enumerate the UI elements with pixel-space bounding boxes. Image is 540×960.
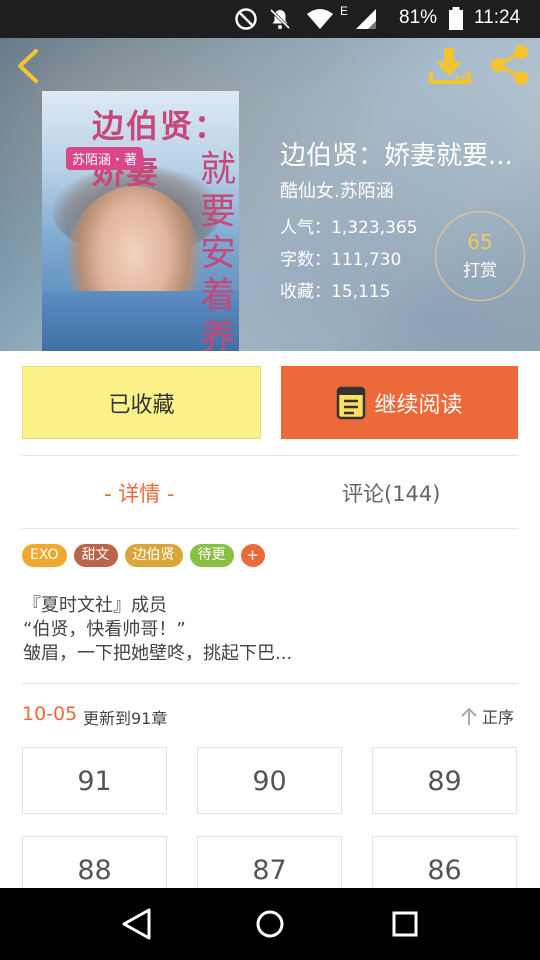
chapter-grid: 91 90 89 88 87 86 bbox=[22, 747, 518, 888]
reward-count: 65 bbox=[467, 230, 493, 254]
wifi-icon bbox=[307, 9, 333, 29]
tag-pending[interactable]: 待更 bbox=[189, 544, 234, 567]
chapter-item[interactable]: 86 bbox=[372, 836, 517, 888]
favorited-label: 已收藏 bbox=[108, 392, 175, 418]
reward-label: 打赏 bbox=[463, 261, 497, 281]
chapter-item[interactable]: 90 bbox=[197, 747, 342, 814]
continue-reading-button[interactable]: 继续阅读 bbox=[281, 366, 518, 439]
share-button[interactable] bbox=[488, 44, 532, 90]
book-cover[interactable]: 边伯贤：娇妻 苏陌涵・著 就要安着养 bbox=[42, 91, 239, 351]
divider bbox=[22, 455, 518, 456]
nav-recents-button[interactable] bbox=[388, 906, 422, 946]
chapter-item[interactable]: 88 bbox=[22, 836, 167, 888]
sort-order-label: 正序 bbox=[482, 708, 515, 727]
notifications-off-icon bbox=[269, 8, 291, 30]
description-line: “伯贤，快看帅哥！” bbox=[23, 619, 186, 640]
recents-square-icon bbox=[392, 911, 418, 937]
add-tag-button[interactable]: + bbox=[240, 544, 265, 567]
tag-exo[interactable]: EXO bbox=[22, 544, 67, 567]
chapter-item[interactable]: 91 bbox=[22, 747, 167, 814]
update-text: 更新到91章 bbox=[83, 709, 168, 728]
popularity: 人气：1,323,365 bbox=[280, 218, 418, 238]
share-icon bbox=[491, 45, 528, 85]
sort-order-button[interactable]: 正序 bbox=[460, 704, 514, 728]
book-author[interactable]: 酷仙女.苏陌涵 bbox=[280, 177, 394, 203]
book-icon bbox=[337, 386, 366, 419]
cover-vertical-title: 就要安着养 bbox=[200, 149, 237, 351]
book-description[interactable]: 『夏时文社』成员 “伯贤，快看帅哥！” 皱眉，一下把她壁咚，挑起下巴... bbox=[23, 594, 292, 666]
favorited-button[interactable]: 已收藏 bbox=[22, 366, 261, 439]
home-circle-icon bbox=[256, 910, 284, 938]
chapter-item[interactable]: 87 bbox=[197, 836, 342, 888]
description-line: 『夏时文社』成员 bbox=[23, 595, 167, 616]
update-date: 10-05 bbox=[22, 703, 78, 725]
signal-icon bbox=[356, 9, 376, 29]
cover-author: 苏陌涵・著 bbox=[66, 147, 144, 170]
continue-reading-label: 继续阅读 bbox=[374, 392, 463, 418]
system-nav-bar bbox=[0, 888, 540, 960]
tab-comments[interactable]: 评论(144) bbox=[342, 478, 440, 508]
tag-list: EXO 甜文 边伯贤 待更 + bbox=[22, 544, 265, 568]
chevron-left-icon bbox=[18, 49, 38, 83]
word-count: 字数：111,730 bbox=[280, 250, 402, 270]
reward-button[interactable]: 65 打赏 bbox=[435, 211, 525, 301]
book-title: 边伯贤：娇妻就要... bbox=[280, 141, 513, 171]
nav-home-button[interactable] bbox=[253, 906, 287, 946]
chapter-item[interactable]: 89 bbox=[372, 747, 517, 814]
arrow-up-icon bbox=[461, 707, 477, 725]
clock: 11:24 bbox=[474, 7, 521, 28]
tag-sweet[interactable]: 甜文 bbox=[73, 544, 118, 567]
download-button[interactable] bbox=[428, 46, 472, 90]
back-button[interactable] bbox=[14, 48, 42, 88]
download-icon bbox=[429, 48, 471, 84]
book-header: 边伯贤：娇妻 苏陌涵・著 就要安着养 边伯贤：娇妻就要... 酷仙女.苏陌涵 人… bbox=[0, 38, 540, 351]
network-type: E bbox=[340, 4, 349, 18]
battery-icon bbox=[449, 7, 463, 30]
favorite-count: 收藏：15,115 bbox=[280, 282, 391, 302]
tag-baekhyun[interactable]: 边伯贤 bbox=[124, 544, 183, 567]
battery-percent: 81% bbox=[399, 7, 438, 28]
description-line: 皱眉，一下把她壁咚，挑起下巴... bbox=[23, 643, 293, 664]
tab-detail[interactable]: - 详情 - bbox=[104, 478, 175, 508]
divider bbox=[22, 683, 518, 684]
status-bar: E 81% 11:24 bbox=[0, 0, 540, 38]
back-triangle-icon bbox=[122, 908, 151, 940]
nav-back-button[interactable] bbox=[119, 906, 153, 946]
divider bbox=[22, 528, 518, 529]
do-not-disturb-icon bbox=[235, 8, 257, 30]
